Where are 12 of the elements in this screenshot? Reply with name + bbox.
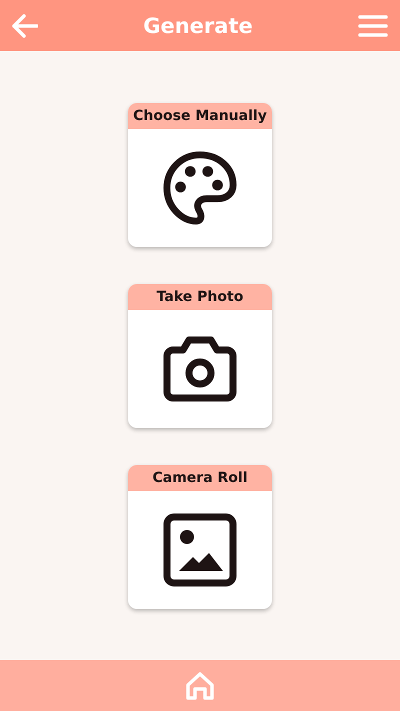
page-title: Generate [143, 14, 253, 38]
card-label: Camera Roll [128, 465, 272, 491]
card-label: Choose Manually [128, 103, 272, 129]
back-arrow-icon[interactable] [12, 14, 38, 38]
menu-icon[interactable] [358, 14, 388, 36]
image-icon [163, 513, 237, 587]
home-icon[interactable] [185, 670, 215, 700]
option-card[interactable]: Choose Manually [128, 103, 272, 247]
option-card[interactable]: Camera Roll [128, 465, 272, 609]
card-label: Take Photo [128, 284, 272, 310]
palette-icon [163, 151, 237, 225]
option-card[interactable]: Take Photo [128, 284, 272, 428]
